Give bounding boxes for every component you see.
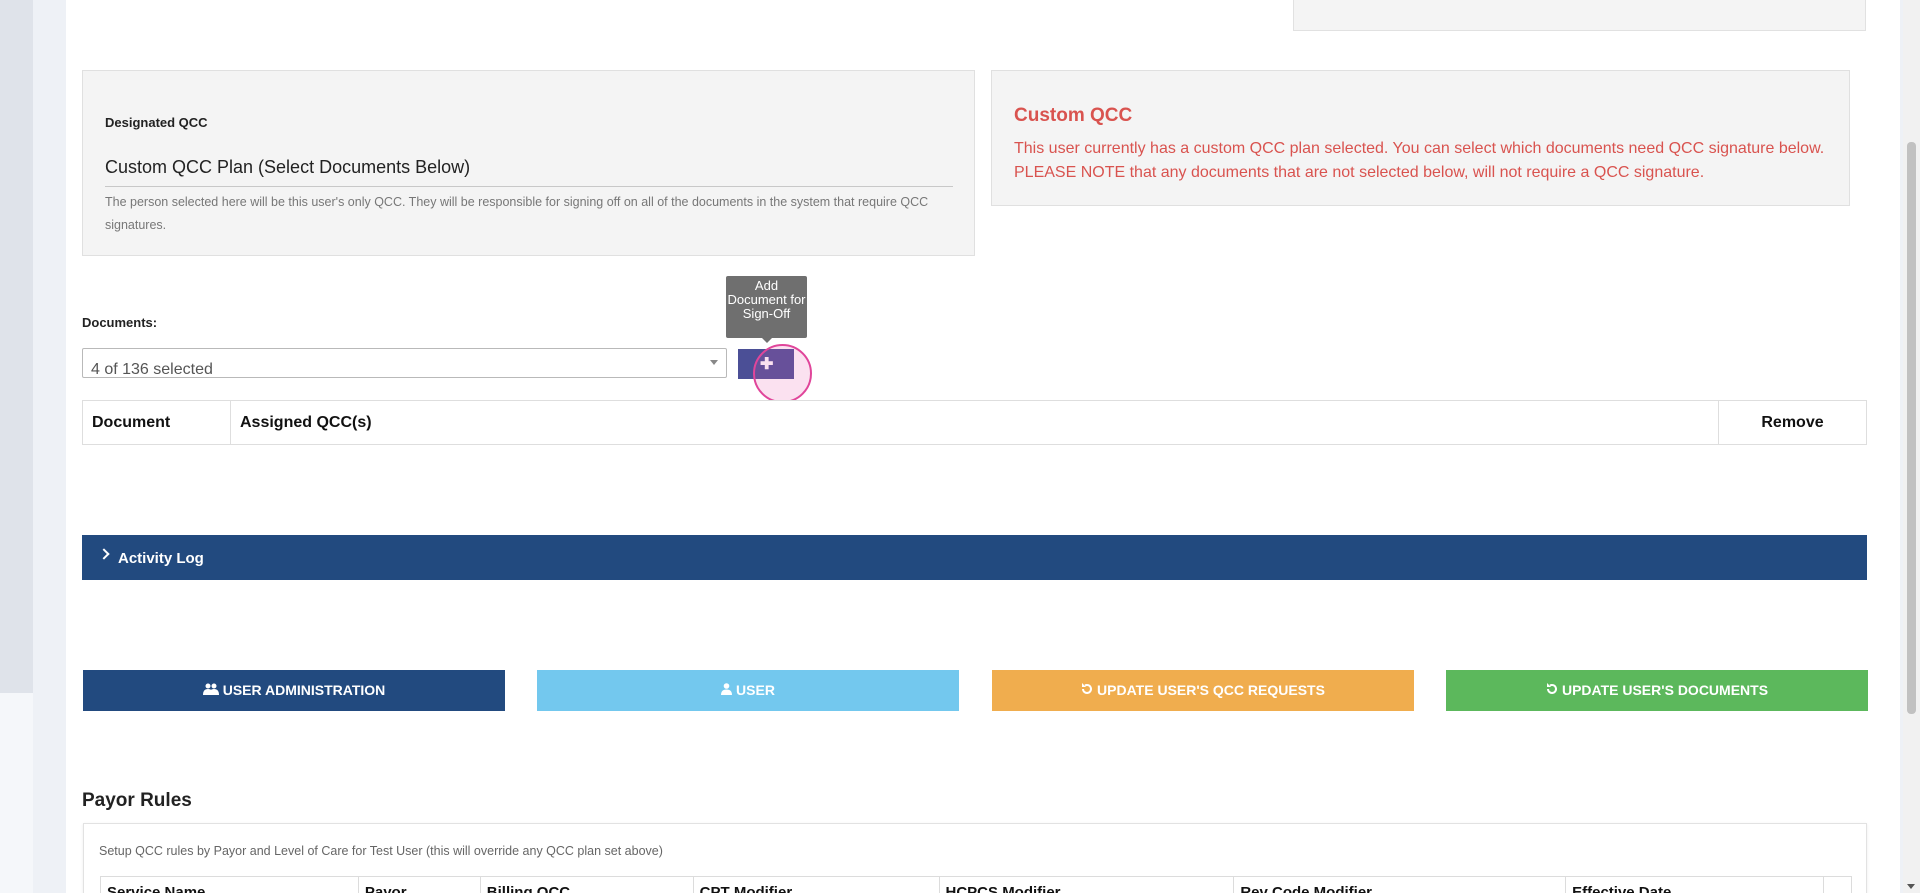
custom-qcc-notice: Custom QCC This user currently has a cus… (991, 70, 1850, 206)
designated-qcc-help: The person selected here will be this us… (105, 195, 929, 232)
column-header-assigned-qcc: Assigned QCC(s) (230, 400, 1719, 445)
documents-table: Document Assigned QCC(s) Remove (82, 400, 1867, 445)
update-qcc-requests-label: UPDATE USER'S QCC REQUESTS (1097, 682, 1325, 698)
custom-qcc-message: This user currently has a custom QCC pla… (1014, 140, 1825, 181)
user-label: USER (736, 682, 775, 698)
column-header-payor: Payor (357, 876, 481, 893)
designated-qcc-panel: Designated QCC Custom QCC Plan (Select D… (82, 70, 975, 256)
designated-qcc-label: Designated QCC (105, 115, 208, 130)
column-header-service-name: Service Name (100, 876, 359, 893)
column-header-cpt-modifier: CPT Modifier (692, 876, 940, 893)
column-header-extra (1822, 876, 1853, 893)
payor-rules-panel: Setup QCC rules by Payor and Level of Ca… (83, 823, 1867, 893)
table-header-row: Service Name Payor Billing QCC CPT Modif… (100, 876, 1853, 893)
column-header-rev-code-modifier: Rev Code Modifier (1233, 876, 1567, 893)
documents-label: Documents: (82, 315, 158, 330)
user-administration-button[interactable]: USER ADMINISTRATION (83, 670, 505, 711)
scrollbar-thumb[interactable] (1907, 142, 1916, 714)
update-qcc-requests-button[interactable]: UPDATE USER'S QCC REQUESTS (992, 670, 1414, 711)
sidebar-strip (0, 0, 33, 693)
update-documents-label: UPDATE USER'S DOCUMENTS (1561, 682, 1769, 698)
column-header-effective-date: Effective Date (1565, 876, 1824, 893)
payor-rules-description: Setup QCC rules by Payor and Level of Ca… (99, 844, 663, 858)
documents-multiselect[interactable]: 4 of 136 selected (82, 348, 727, 378)
payor-rules-title: Payor Rules (82, 790, 192, 811)
plus-icon: ✚ (760, 356, 774, 373)
activity-log-toggle[interactable]: Activity Log (82, 535, 1867, 580)
designated-qcc-select[interactable]: Custom QCC Plan (Select Documents Below) (105, 157, 953, 187)
column-header-remove: Remove (1761, 413, 1824, 431)
add-document-button[interactable]: ✚ (738, 349, 794, 379)
user-icon (721, 670, 733, 711)
column-header-billing-qcc: Billing QCC (479, 876, 694, 893)
add-document-tooltip: Add Document for Sign-Off (726, 276, 807, 343)
table-header-row: Document Assigned QCC(s) Remove (82, 400, 1867, 445)
column-header-hcpcs-modifier: HCPCS Modifier (938, 876, 1235, 893)
update-documents-button[interactable]: UPDATE USER'S DOCUMENTS (1446, 670, 1868, 711)
top-panel-remnant (1293, 0, 1866, 31)
custom-qcc-title: Custom QCC (1014, 105, 1133, 126)
scroll-down-arrow-icon[interactable] (1907, 884, 1915, 889)
activity-log-label: Activity Log (118, 550, 204, 567)
users-icon (202, 670, 219, 711)
sidebar-below (0, 693, 33, 893)
chevron-right-icon (98, 548, 110, 560)
payor-rules-table: Service Name Payor Billing QCC CPT Modif… (100, 876, 1853, 893)
chevron-down-icon (710, 360, 718, 365)
user-button[interactable]: USER (537, 670, 959, 711)
page-scrollbar[interactable] (1903, 0, 1920, 893)
refresh-icon (1546, 670, 1558, 711)
column-header-document: Document (82, 400, 231, 445)
documents-selected-count: 4 of 136 selected (91, 361, 213, 378)
user-administration-label: USER ADMINISTRATION (222, 682, 386, 698)
refresh-icon (1081, 670, 1093, 711)
